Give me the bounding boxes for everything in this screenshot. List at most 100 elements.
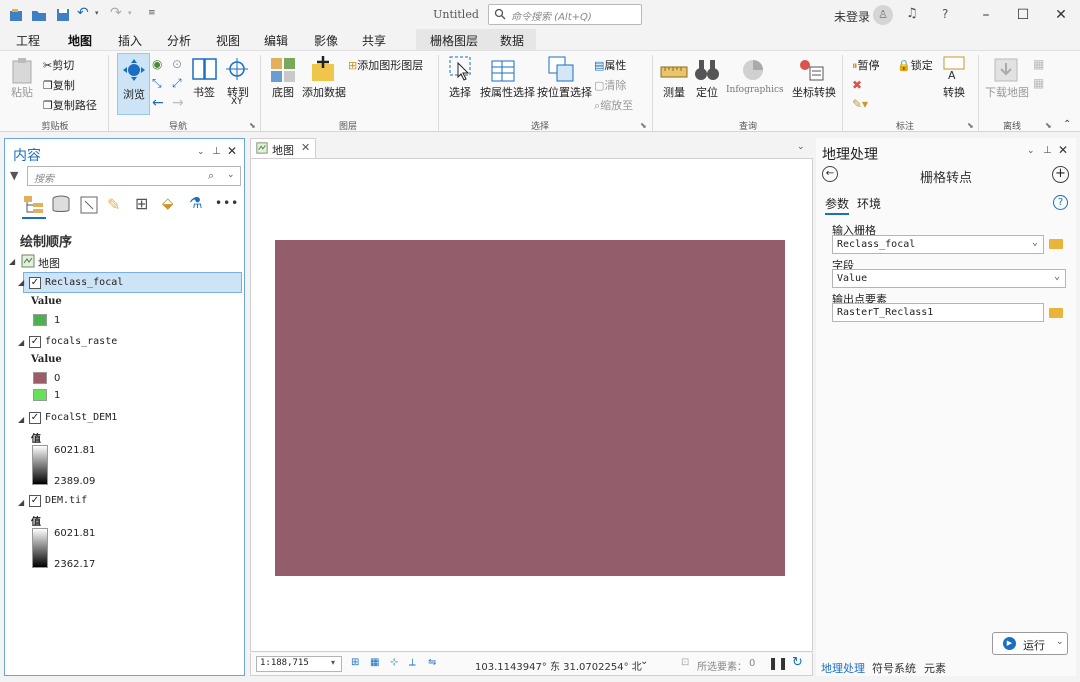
select-icon[interactable]: [448, 55, 474, 83]
select-by-attributes-icon[interactable]: [490, 55, 518, 83]
selection-launcher-icon[interactable]: ⬊: [640, 121, 647, 130]
pane-tab-geoprocessing[interactable]: 地理处理: [821, 660, 865, 676]
user-avatar-icon[interactable]: ♙: [873, 5, 893, 25]
constraints-icon[interactable]: ⟂: [409, 657, 416, 668]
expand-layer-icon[interactable]: ◢: [18, 278, 24, 287]
tab-imagery[interactable]: 影像: [314, 32, 338, 49]
grid-icon[interactable]: ▦: [370, 657, 379, 668]
explore-button[interactable]: 浏览: [117, 53, 150, 115]
expand-layer-icon[interactable]: ◢: [18, 338, 24, 347]
tab-map[interactable]: 地图: [68, 32, 93, 52]
pane-options-icon[interactable]: ⌄: [1027, 146, 1035, 156]
list-by-labeling-icon[interactable]: ⬙: [162, 194, 174, 212]
pin-icon[interactable]: ⊥: [212, 146, 221, 157]
layer-visibility-checkbox[interactable]: ✓: [29, 495, 41, 507]
browse-folder-icon[interactable]: [1049, 239, 1063, 249]
infographics-icon[interactable]: [741, 57, 769, 83]
run-options-icon[interactable]: ⌄: [1056, 637, 1064, 647]
measure-button[interactable]: 测量: [663, 84, 685, 100]
coordinate-conversion-icon[interactable]: [797, 57, 825, 83]
contents-search-input[interactable]: 搜索 ⌕ ⌄: [27, 166, 241, 186]
legend-swatch[interactable]: [33, 389, 47, 401]
tab-parameters[interactable]: 参数: [825, 195, 850, 215]
select-by-attributes-button[interactable]: 按属性选择: [480, 84, 535, 100]
map-node-label[interactable]: 地图: [38, 255, 60, 271]
refresh-icon[interactable]: ↻: [792, 655, 803, 670]
bookmarks-icon[interactable]: [191, 57, 219, 81]
sync-icon[interactable]: ▦: [1033, 57, 1044, 71]
list-by-editing-icon[interactable]: ✎: [107, 195, 120, 214]
pane-tab-symbology[interactable]: 符号系统: [872, 660, 916, 676]
unplaced-labels-icon[interactable]: ✖: [852, 78, 862, 92]
collapse-ribbon-icon[interactable]: ⌃: [1063, 119, 1071, 130]
copy-button[interactable]: ❐复制: [43, 77, 75, 93]
zoom-to-selection-button[interactable]: ⌕缩放至: [594, 97, 633, 113]
map-view-tab[interactable]: 地图 ✕: [250, 138, 316, 158]
layer-visibility-checkbox[interactable]: ✓: [29, 336, 41, 348]
add-tool-icon[interactable]: +: [1052, 166, 1069, 183]
input-raster-dropdown[interactable]: Reclass_focal ⌄: [832, 235, 1044, 254]
run-button[interactable]: ▶ 运行 ⌄: [992, 632, 1068, 655]
paste-button[interactable]: 粘贴: [11, 84, 33, 100]
offline-launcher-icon[interactable]: ⬊: [1045, 121, 1052, 130]
select-button[interactable]: 选择: [449, 84, 471, 100]
cut-button[interactable]: ✂剪切: [43, 57, 74, 73]
tab-share[interactable]: 共享: [362, 32, 386, 49]
next-extent-icon[interactable]: →: [172, 95, 184, 111]
filter-icon[interactable]: ▼: [10, 169, 18, 182]
bookmarks-button[interactable]: 书签: [193, 84, 215, 100]
copy-path-button[interactable]: ❒复制路径: [43, 97, 97, 113]
convert-labels-icon[interactable]: A: [942, 55, 966, 83]
notification-bell-icon[interactable]: ♫: [906, 6, 918, 21]
pause-drawing-icon[interactable]: ❚❚: [768, 656, 788, 670]
download-map-button[interactable]: 下载地图: [985, 84, 1029, 100]
tab-view[interactable]: 视图: [216, 32, 240, 49]
attributes-button[interactable]: ▤属性: [594, 57, 626, 73]
snapping-icon[interactable]: ⊹: [390, 657, 398, 668]
more-views-icon[interactable]: •••: [215, 196, 239, 210]
tab-list-icon[interactable]: ⌄: [797, 142, 805, 152]
undo-dropdown-icon[interactable]: ▾: [95, 9, 99, 17]
remove-offline-icon[interactable]: ▦: [1033, 76, 1044, 90]
zoom-in-fixed-icon[interactable]: ⤡: [152, 76, 162, 91]
tab-edit[interactable]: 编辑: [264, 32, 288, 49]
tab-environments[interactable]: 环境: [857, 195, 881, 212]
legend-swatch[interactable]: [33, 314, 47, 326]
tab-insert[interactable]: 插入: [118, 32, 142, 49]
expand-layer-icon[interactable]: ◢: [18, 498, 24, 507]
goto-xy-icon[interactable]: [225, 57, 249, 81]
close-pane-icon[interactable]: ✕: [227, 144, 237, 158]
search-dropdown-icon[interactable]: ⌄: [227, 170, 235, 180]
list-by-source-icon[interactable]: [51, 195, 71, 215]
browse-folder-icon[interactable]: [1049, 308, 1063, 318]
navigate-launcher-icon[interactable]: ⬊: [249, 121, 256, 130]
stretch-color-ramp[interactable]: [32, 528, 48, 568]
clear-selection-button[interactable]: ▢清除: [594, 77, 626, 93]
minimize-icon[interactable]: –: [975, 5, 997, 25]
new-project-icon[interactable]: [8, 7, 24, 23]
pause-labeling-button[interactable]: ⏸暂停: [852, 57, 880, 73]
add-data-button[interactable]: 添加数据: [302, 84, 346, 100]
list-by-perspective-icon[interactable]: ⚗: [189, 194, 202, 212]
list-by-selection-icon[interactable]: [79, 195, 99, 215]
raster-layer-extent[interactable]: [275, 240, 785, 576]
redo-icon[interactable]: ↷: [110, 5, 122, 21]
back-arrow-icon[interactable]: ←: [822, 166, 838, 182]
layer-visibility-checkbox[interactable]: ✓: [29, 277, 41, 289]
expand-map-icon[interactable]: ◢: [9, 257, 15, 266]
help-icon[interactable]: ?: [1053, 195, 1068, 210]
field-dropdown[interactable]: Value ⌄: [832, 269, 1066, 288]
scale-selector[interactable]: 1:188,715 ▾: [256, 656, 342, 672]
map-units-icon[interactable]: ⊞: [351, 657, 359, 668]
list-by-drawing-order-icon[interactable]: [23, 195, 45, 215]
customize-toolbar-icon[interactable]: ≡: [148, 8, 156, 18]
locate-button[interactable]: 定位: [696, 84, 718, 100]
convert-labels-button[interactable]: 转换: [943, 84, 965, 100]
basemap-icon[interactable]: [270, 57, 296, 83]
layer-visibility-checkbox[interactable]: ✓: [29, 412, 41, 424]
coordinate-format-icon[interactable]: ⌄: [640, 656, 648, 667]
download-map-icon[interactable]: [993, 57, 1019, 83]
basemap-button[interactable]: 底图: [272, 84, 294, 100]
zoom-out-fixed-icon[interactable]: ⤢: [172, 76, 182, 91]
legend-swatch[interactable]: [33, 372, 47, 384]
